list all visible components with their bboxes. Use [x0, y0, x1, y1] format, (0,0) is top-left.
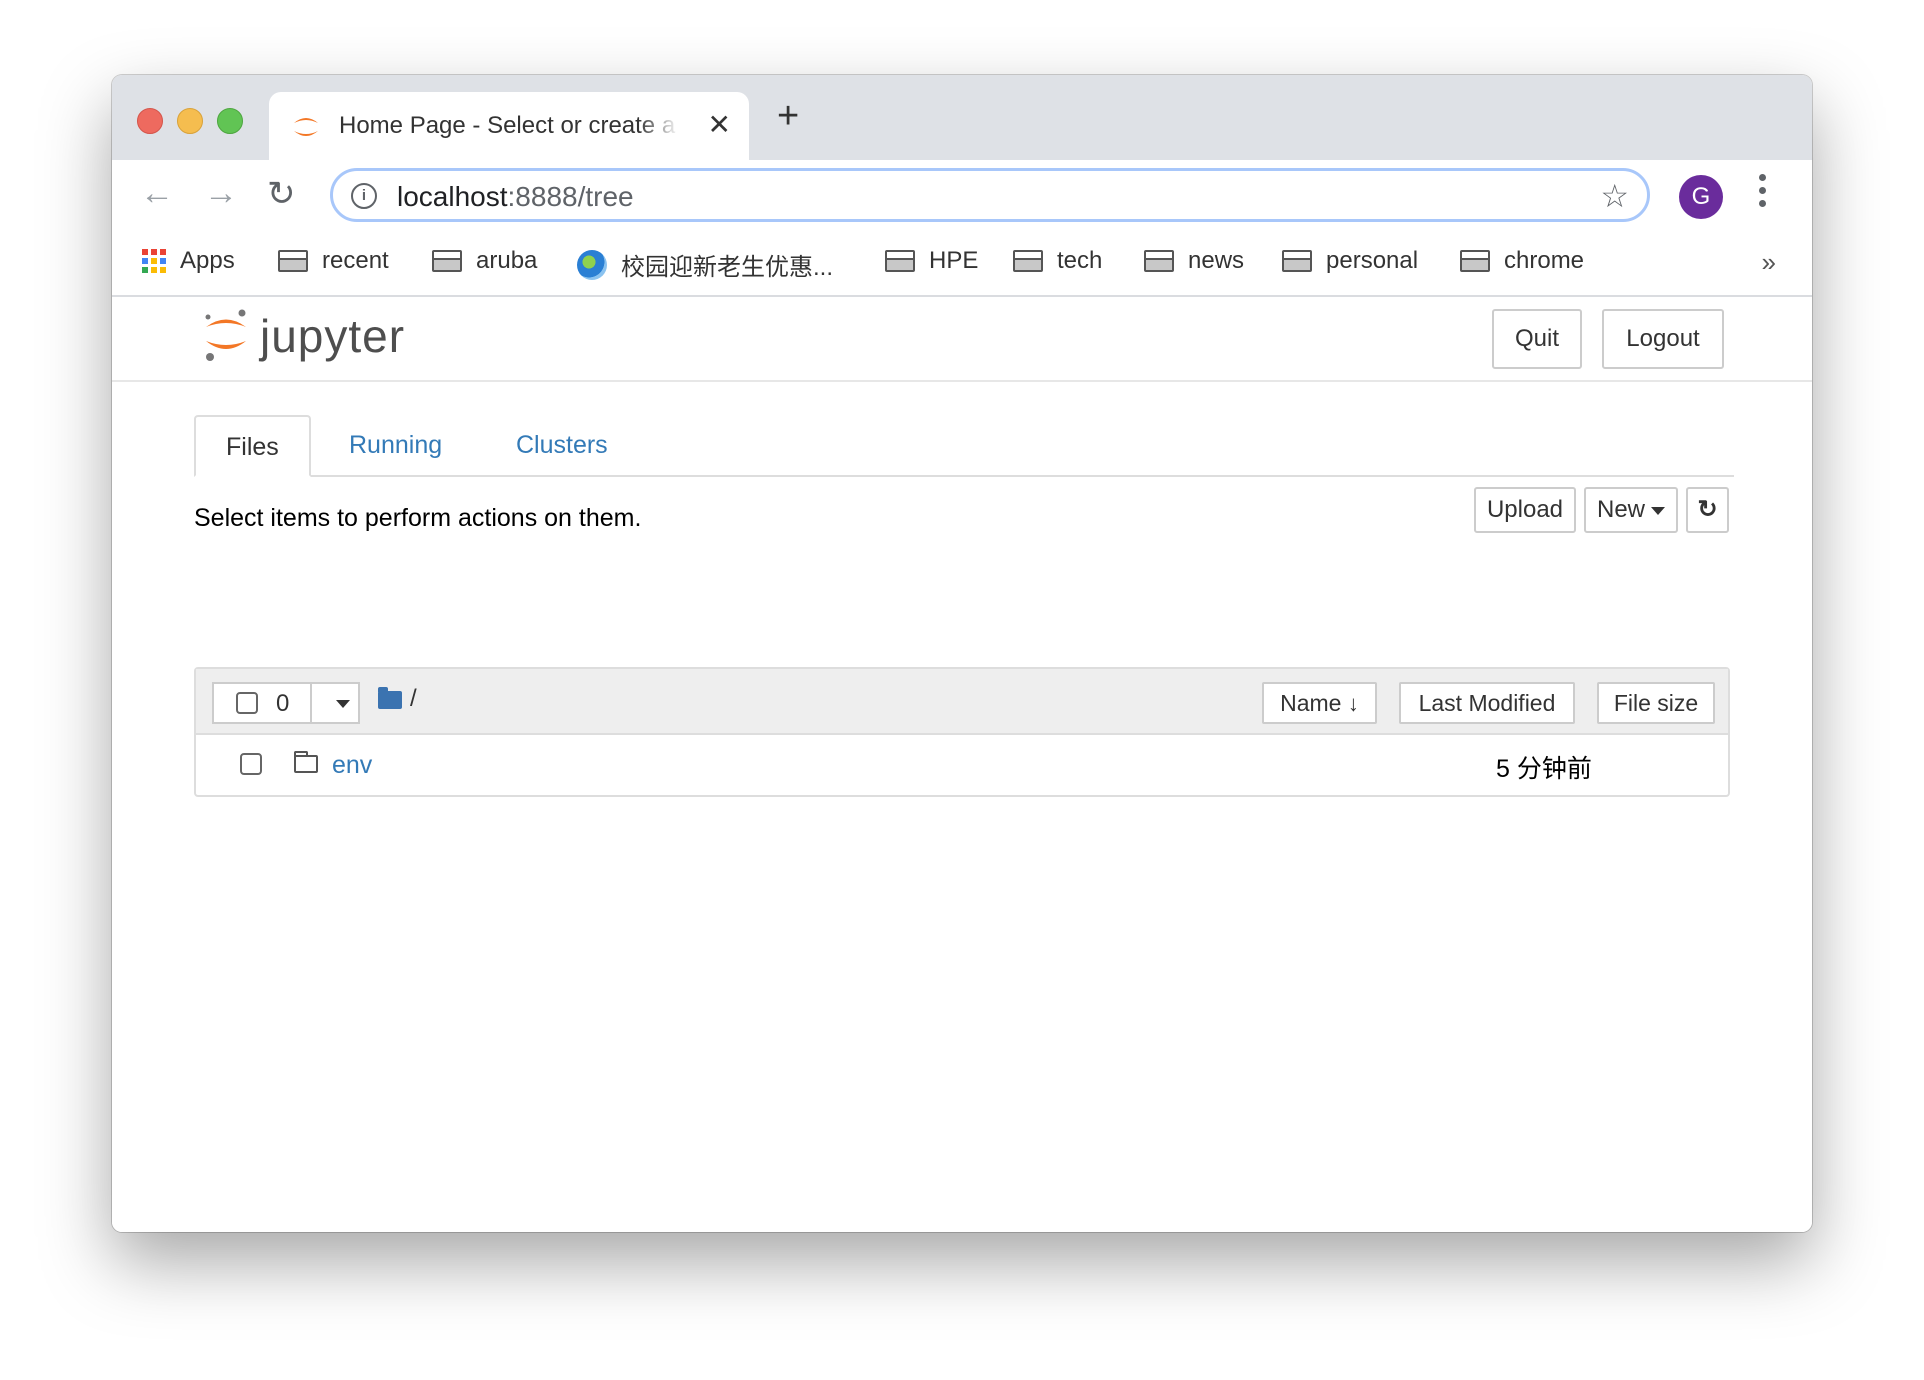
select-menu-caret-icon[interactable]	[336, 700, 350, 708]
bookmark-personal[interactable]: personal	[1282, 247, 1418, 275]
forward-arrow-icon[interactable]: →	[204, 174, 238, 213]
caret-down-icon	[1651, 506, 1665, 515]
tab-strip: Home Page - Select or create a notebook …	[112, 75, 1812, 160]
bookmark-campus[interactable]: 校园迎新老生优惠...	[577, 247, 833, 282]
folder-icon	[278, 250, 308, 272]
row-checkbox[interactable]	[240, 753, 262, 775]
new-label: New	[1596, 496, 1645, 523]
tab-files[interactable]: Files	[194, 415, 311, 477]
url-path: :8888/tree	[507, 181, 634, 212]
tab-clusters[interactable]: Clusters	[486, 415, 638, 475]
url-text[interactable]: localhost:8888/tree	[397, 181, 634, 213]
jupyter-logo-text: jupyter	[260, 310, 406, 362]
tab-running[interactable]: Running	[319, 415, 472, 475]
tab-title: Home Page - Select or create a notebook	[339, 112, 679, 139]
globe-icon	[577, 249, 607, 280]
folder-icon	[1460, 250, 1490, 272]
selection-hint: Select items to perform actions on them.	[194, 504, 642, 532]
bookmark-aruba[interactable]: aruba	[432, 247, 537, 275]
bookmark-recent[interactable]: recent	[278, 247, 389, 275]
bookmarks-bar: Apps recent aruba 校园迎新老生优惠... HPE tech n…	[112, 235, 1812, 297]
sort-by-name-button[interactable]: Name ↓	[1262, 682, 1377, 724]
upload-button[interactable]: Upload	[1474, 487, 1576, 533]
folder-icon	[432, 250, 462, 272]
sort-name-label: Name	[1280, 690, 1342, 716]
folder-icon	[1282, 250, 1312, 272]
jupyter-logo-icon	[205, 309, 246, 361]
quit-button[interactable]: Quit	[1492, 309, 1582, 369]
apps-grid-icon	[142, 249, 166, 273]
folder-icon	[885, 250, 915, 272]
back-arrow-icon[interactable]: ←	[140, 174, 174, 213]
refresh-icon: ↻	[1697, 496, 1718, 523]
logout-button[interactable]: Logout	[1602, 309, 1724, 369]
folder-icon	[294, 751, 318, 773]
bookmark-label: chrome	[1504, 247, 1585, 274]
breadcrumb-root[interactable]: /	[410, 685, 417, 713]
folder-icon	[1013, 250, 1043, 272]
minimize-window-button[interactable]	[177, 108, 203, 134]
browser-window: Home Page - Select or create a notebook …	[112, 75, 1812, 1232]
bookmark-label: aruba	[476, 247, 538, 274]
jupyter-favicon-icon	[294, 118, 318, 136]
select-all-checkbox[interactable]	[236, 692, 258, 714]
selected-count: 0	[276, 690, 290, 717]
jupyter-tabs: Files Running Clusters	[194, 415, 1734, 477]
tab-close-icon[interactable]: ✕	[708, 108, 731, 141]
sort-by-file-size-button[interactable]: File size	[1597, 682, 1715, 724]
profile-avatar[interactable]: G	[1679, 175, 1723, 219]
file-list-header: 0 / Name ↓ Last Modified File size	[196, 669, 1728, 735]
new-tab-button[interactable]: +	[777, 95, 799, 138]
close-window-button[interactable]	[137, 108, 163, 134]
bookmark-chrome[interactable]: chrome	[1460, 247, 1584, 275]
reload-icon[interactable]: ↻	[267, 174, 296, 214]
browser-toolbar: ← → ↻ i localhost:8888/tree ☆ G	[112, 160, 1812, 235]
bookmark-hpe[interactable]: HPE	[885, 247, 978, 275]
file-list: 0 / Name ↓ Last Modified File size env 5…	[194, 667, 1730, 797]
url-host: localhost	[397, 181, 508, 212]
info-icon[interactable]: i	[351, 183, 377, 209]
bookmark-news[interactable]: news	[1144, 247, 1244, 275]
last-modified: 5 分钟前	[1496, 755, 1592, 783]
bookmarks-overflow-icon[interactable]: »	[1762, 247, 1776, 278]
sort-by-last-modified-button[interactable]: Last Modified	[1399, 682, 1575, 724]
bookmark-label: HPE	[929, 247, 979, 274]
root-folder-icon[interactable]	[378, 687, 402, 709]
arrow-down-icon: ↓	[1347, 691, 1359, 716]
browser-menu-icon[interactable]	[1757, 174, 1767, 213]
table-row[interactable]: env 5 分钟前	[196, 735, 1728, 795]
folder-icon	[1144, 250, 1174, 272]
bookmark-label: Apps	[180, 247, 235, 274]
bookmark-label: news	[1188, 247, 1245, 274]
select-all-group: 0	[212, 682, 360, 724]
bookmark-label: recent	[322, 247, 389, 274]
bookmark-label: tech	[1057, 247, 1103, 274]
maximize-window-button[interactable]	[217, 108, 243, 134]
bookmark-label: 校园迎新老生优惠...	[621, 254, 834, 281]
file-name-link[interactable]: env	[332, 751, 372, 780]
bookmark-label: personal	[1326, 247, 1419, 274]
bookmark-star-icon[interactable]: ☆	[1600, 177, 1629, 215]
jupyter-page: jupyter Quit Logout Files Running Cluste…	[112, 297, 1812, 1232]
jupyter-logo[interactable]: jupyter	[202, 307, 405, 365]
jupyter-header: jupyter Quit Logout	[112, 297, 1812, 382]
bookmark-apps[interactable]: Apps	[142, 247, 235, 275]
new-dropdown-button[interactable]: New	[1584, 487, 1678, 533]
refresh-button[interactable]: ↻	[1686, 487, 1729, 533]
address-bar[interactable]: i localhost:8888/tree ☆	[330, 168, 1650, 222]
browser-tab[interactable]: Home Page - Select or create a notebook …	[269, 92, 749, 160]
divider	[310, 684, 312, 722]
bookmark-tech[interactable]: tech	[1013, 247, 1102, 275]
